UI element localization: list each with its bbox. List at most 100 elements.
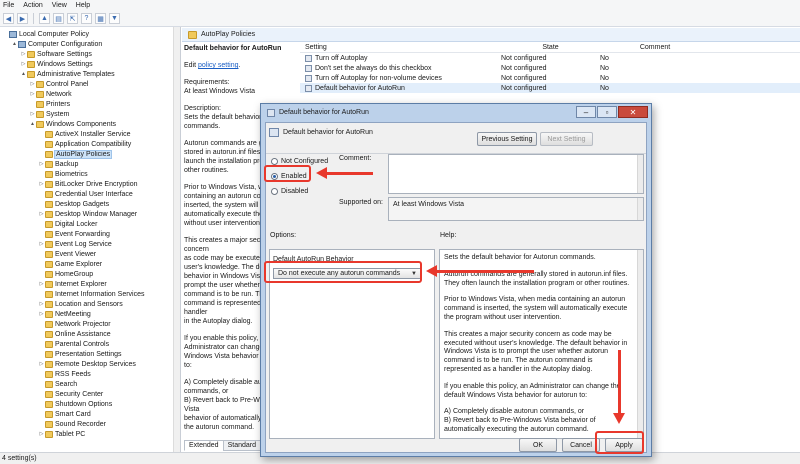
filter-icon[interactable]: ▼ <box>109 13 120 24</box>
menu-action[interactable]: Action <box>23 2 42 9</box>
expand-arrow-icon[interactable]: ▷ <box>38 241 45 247</box>
tree-node[interactable]: Sound Recorder <box>38 419 106 429</box>
expand-arrow-icon[interactable]: ▷ <box>20 61 27 67</box>
help-panel: Sets the default behavior for Autorun co… <box>439 249 644 439</box>
tree-node[interactable]: RSS Feeds <box>38 369 91 379</box>
radio-disabled[interactable]: Disabled <box>271 188 308 195</box>
tree-node[interactable]: Digital Locker <box>38 219 97 229</box>
folder-icon <box>45 310 53 318</box>
properties-icon[interactable]: ▦ <box>95 13 106 24</box>
tree-node[interactable]: ▷ NetMeeting <box>38 309 91 319</box>
tree-node[interactable]: Local Computer Policy <box>2 29 89 39</box>
close-icon[interactable]: ✕ <box>618 106 648 118</box>
forward-icon[interactable]: ▶ <box>17 13 28 24</box>
tree-node[interactable]: ▷ Windows Settings <box>20 59 93 69</box>
tree-node[interactable]: ▷ Control Panel <box>29 79 88 89</box>
tree-node[interactable]: Biometrics <box>38 169 88 179</box>
tree-node[interactable]: ▷ Location and Sensors <box>38 299 123 309</box>
tree-node[interactable]: ▷ Tablet PC <box>38 429 85 439</box>
tree-node[interactable]: Application Compatibility <box>38 139 131 149</box>
tree-node[interactable]: Smart Card <box>38 409 91 419</box>
help-scrollbar[interactable] <box>637 250 643 438</box>
folder-icon <box>45 230 53 238</box>
supported-scrollbar[interactable] <box>637 198 643 220</box>
expand-arrow-icon[interactable]: ▷ <box>38 311 45 317</box>
expand-arrow-icon[interactable]: ▷ <box>38 281 45 287</box>
export-list-icon[interactable]: ⇱ <box>67 13 78 24</box>
next-setting-button[interactable]: Next Setting <box>540 132 593 146</box>
dialog-titlebar[interactable]: Default behavior for AutoRun ‒ ▫ ✕ <box>261 104 651 121</box>
expand-arrow-icon[interactable]: ▷ <box>20 51 27 57</box>
column-comment[interactable]: Comment <box>600 44 710 51</box>
minimize-icon[interactable]: ‒ <box>576 106 596 118</box>
tree-node[interactable]: Desktop Gadgets <box>38 199 109 209</box>
tree-node[interactable]: Event Viewer <box>38 249 96 259</box>
expand-arrow-icon[interactable]: ▷ <box>38 211 45 217</box>
expand-arrow-icon[interactable]: ▷ <box>38 301 45 307</box>
expand-arrow-icon[interactable]: ▷ <box>38 181 45 187</box>
tree-node[interactable]: Internet Information Services <box>38 289 145 299</box>
tree-node[interactable]: Game Explorer <box>38 259 102 269</box>
tree-node[interactable]: ▷ Desktop Window Manager <box>38 209 137 219</box>
tab-standard[interactable]: Standard <box>222 440 262 451</box>
menu-help[interactable]: Help <box>76 2 90 9</box>
tree-node[interactable]: ▲ Computer Configuration <box>11 39 102 49</box>
comment-textarea[interactable] <box>388 154 644 194</box>
expand-arrow-icon[interactable]: ▷ <box>38 361 45 367</box>
tree-node[interactable]: Shutdown Options <box>38 399 112 409</box>
radio-not-configured[interactable]: Not Configured <box>271 158 328 165</box>
tree-node[interactable]: ▷ Network <box>29 89 72 99</box>
tree-scrollbar[interactable] <box>173 27 180 452</box>
column-state[interactable]: State <box>501 44 600 51</box>
requirements-label: Requirements: <box>184 79 230 86</box>
expand-arrow-icon[interactable]: ▷ <box>29 111 36 117</box>
expand-arrow-icon[interactable]: ▲ <box>11 41 18 47</box>
tree-node[interactable]: HomeGroup <box>38 269 93 279</box>
tree-node[interactable]: Online Assistance <box>38 329 111 339</box>
tree-node[interactable]: Event Forwarding <box>38 229 110 239</box>
menu-file[interactable]: File <box>3 2 14 9</box>
tree-node[interactable]: Parental Controls <box>38 339 109 349</box>
setting-row[interactable]: Turn off Autoplay Not configured No <box>300 53 800 63</box>
expand-arrow-icon[interactable]: ▷ <box>29 91 36 97</box>
tree-node[interactable]: ▲ Administrative Templates <box>20 69 115 79</box>
setting-row[interactable]: Turn off Autoplay for non-volume devices… <box>300 73 800 83</box>
show-hide-tree-icon[interactable]: ▤ <box>53 13 64 24</box>
expand-arrow-icon[interactable]: ▲ <box>29 121 36 127</box>
tab-extended[interactable]: Extended <box>184 440 224 451</box>
maximize-icon[interactable]: ▫ <box>597 106 617 118</box>
back-icon[interactable]: ◀ <box>3 13 14 24</box>
tree-node[interactable]: ▷ Internet Explorer <box>38 279 107 289</box>
expand-arrow-icon[interactable]: ▷ <box>38 431 45 437</box>
ok-button[interactable]: OK <box>519 438 557 452</box>
setting-icon <box>269 128 279 137</box>
tree-node[interactable]: ActiveX Installer Service <box>38 129 130 139</box>
comment-scrollbar[interactable] <box>637 155 643 193</box>
column-setting[interactable]: Setting <box>300 44 501 51</box>
up-folder-icon[interactable]: ▲ <box>39 13 50 24</box>
tree-node[interactable]: ▷ Backup <box>38 159 78 169</box>
tree-node[interactable]: Search <box>38 379 77 389</box>
setting-row[interactable]: Default behavior for AutoRun Not configur… <box>300 83 800 93</box>
tree-node[interactable]: ▷ Remote Desktop Services <box>38 359 136 369</box>
menu-view[interactable]: View <box>52 2 67 9</box>
tree-node[interactable]: ▷ BitLocker Drive Encryption <box>38 179 137 189</box>
tree-node[interactable]: Security Center <box>38 389 103 399</box>
tree-node[interactable]: ▷ Software Settings <box>20 49 92 59</box>
tree-node[interactable]: ▷ Event Log Service <box>38 239 112 249</box>
tree-node[interactable]: ▲ Windows Components <box>29 119 116 129</box>
setting-row[interactable]: Don't set the always do this checkbox Not… <box>300 63 800 73</box>
tree-node[interactable]: Presentation Settings <box>38 349 122 359</box>
tree-node[interactable]: Credential User Interface <box>38 189 133 199</box>
tree-node[interactable]: Network Projector <box>38 319 111 329</box>
help-icon[interactable]: ? <box>81 13 92 24</box>
desc-line: commands. <box>184 123 221 130</box>
expand-arrow-icon[interactable]: ▲ <box>20 71 27 77</box>
tree-node[interactable]: AutoPlay Policies <box>38 149 113 159</box>
previous-setting-button[interactable]: Previous Setting <box>477 132 537 146</box>
tree-node[interactable]: Printers <box>29 99 70 109</box>
tree-node[interactable]: ▷ System <box>29 109 69 119</box>
expand-arrow-icon[interactable]: ▷ <box>38 161 45 167</box>
expand-arrow-icon[interactable]: ▷ <box>29 81 36 87</box>
edit-policy-link[interactable]: policy setting <box>198 62 238 69</box>
